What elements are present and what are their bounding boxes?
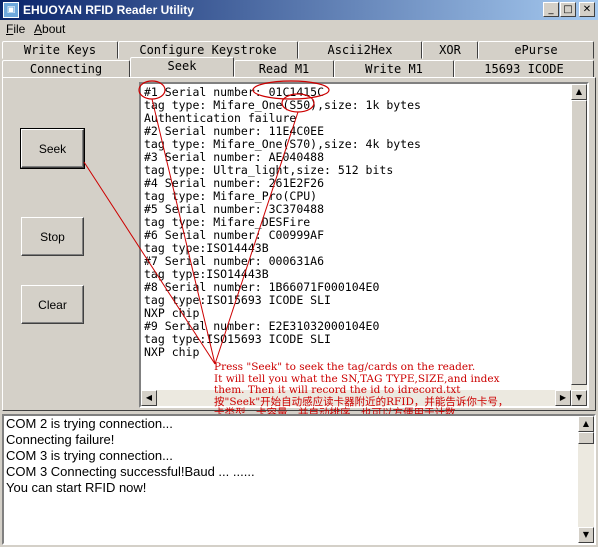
window-title: EHUOYAN RFID Reader Utility xyxy=(23,3,194,17)
tab-ascii2hex[interactable]: Ascii2Hex xyxy=(298,41,422,59)
tab-seek[interactable]: Seek xyxy=(130,57,234,77)
minimize-button[interactable]: _ xyxy=(543,2,559,17)
tab-epurse[interactable]: ePurse xyxy=(478,41,594,59)
app-icon: ▣ xyxy=(3,2,19,18)
results-vertical-scrollbar[interactable]: ▲ ▼ xyxy=(571,84,587,406)
scroll-right-arrow-icon[interactable]: ▶ xyxy=(555,390,571,406)
stop-button-label: Stop xyxy=(40,229,65,244)
seek-button-label: Seek xyxy=(38,141,67,156)
log-scroll-down-arrow-icon[interactable]: ▼ xyxy=(578,527,594,543)
log-vertical-scrollbar[interactable]: ▲ ▼ xyxy=(578,416,594,543)
annotation-line: them. Then it will record the id to idre… xyxy=(214,384,461,396)
connection-log-textbox[interactable]: COM 2 is trying connection... Connecting … xyxy=(2,414,596,545)
log-line: You can start RFID now! xyxy=(6,480,147,495)
seek-button[interactable]: Seek xyxy=(20,128,85,169)
menu-about-accelerator: A xyxy=(34,22,43,36)
close-button[interactable]: ✕ xyxy=(579,2,595,17)
seek-results-textbox[interactable]: #1 Serial number: 01C1415C tag type: Mifa… xyxy=(139,82,589,408)
result-line: NXP chip xyxy=(144,345,200,359)
connection-log-lines: COM 2 is trying connection... Connecting … xyxy=(4,416,594,496)
menu-file[interactable]: File xyxy=(6,22,25,36)
stop-button[interactable]: Stop xyxy=(21,217,84,256)
tab-write-keys[interactable]: Write Keys xyxy=(2,41,118,59)
log-line: COM 3 Connecting successful!Baud ... ...… xyxy=(6,464,255,479)
scroll-left-arrow-icon[interactable]: ◀ xyxy=(141,390,157,406)
tab-connecting[interactable]: Connecting xyxy=(2,60,130,78)
seek-results-text: #1 Serial number: 01C1415C tag type: Mifa… xyxy=(144,86,421,359)
log-line: Connecting failure! xyxy=(6,432,115,447)
tab-15693-icode[interactable]: 15693 ICODE xyxy=(454,60,594,78)
title-bar: ▣ EHUOYAN RFID Reader Utility _ □ ✕ xyxy=(0,0,598,20)
log-line: COM 2 is trying connection... xyxy=(6,416,173,431)
tab-read-m1[interactable]: Read M1 xyxy=(234,60,334,78)
clear-button-label: Clear xyxy=(38,297,67,312)
menu-bar: File About xyxy=(0,20,598,39)
log-scroll-thumb[interactable] xyxy=(578,432,594,444)
scroll-down-arrow-icon[interactable]: ▼ xyxy=(571,390,587,406)
log-line: COM 3 is trying connection... xyxy=(6,448,173,463)
tab-write-m1[interactable]: Write M1 xyxy=(334,60,454,78)
menu-file-label: ile xyxy=(13,22,26,36)
log-scroll-up-arrow-icon[interactable]: ▲ xyxy=(578,416,594,432)
annotation-line: Press "Seek" to seek the tag/cards on th… xyxy=(214,361,476,373)
results-scroll-thumb[interactable] xyxy=(571,100,587,385)
clear-button[interactable]: Clear xyxy=(21,285,84,324)
maximize-button[interactable]: □ xyxy=(560,2,576,17)
menu-about[interactable]: About xyxy=(34,22,65,36)
scroll-up-arrow-icon[interactable]: ▲ xyxy=(571,84,587,100)
tab-xor[interactable]: XOR xyxy=(422,41,478,59)
menu-about-label: bout xyxy=(42,22,66,36)
